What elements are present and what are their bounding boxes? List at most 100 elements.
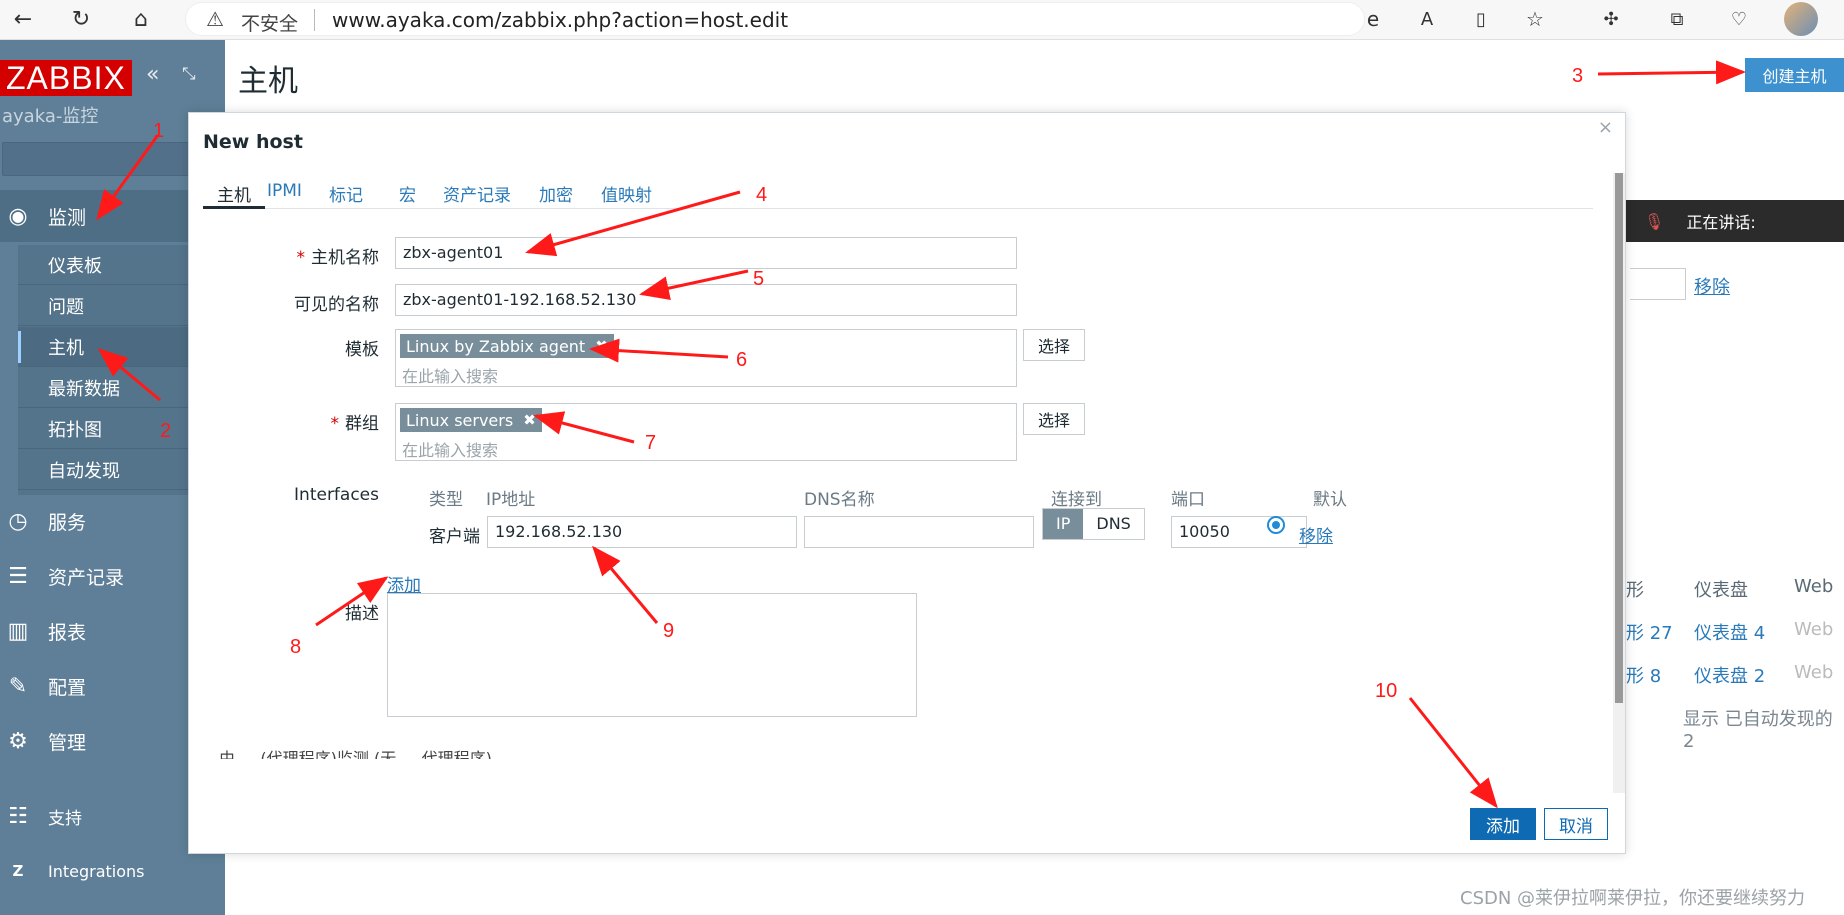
- warning-icon: ⚠: [206, 7, 224, 31]
- zabbix-logo[interactable]: ZABBIX: [0, 60, 132, 96]
- bg-cell[interactable]: 形 8: [1626, 662, 1661, 688]
- menu-administration-label: 管理: [48, 731, 87, 754]
- required-asterisk: *: [330, 414, 340, 434]
- groups-label: * 群组: [179, 409, 380, 434]
- bg-cell[interactable]: 仪表盘 2: [1694, 662, 1765, 688]
- iface-header-connect: 连接到: [1051, 490, 1102, 510]
- create-host-button[interactable]: 创建主机: [1745, 58, 1844, 92]
- annotation-2: 2: [160, 420, 172, 442]
- cancel-button[interactable]: 取消: [1544, 808, 1608, 840]
- required-asterisk: *: [296, 248, 306, 268]
- bg-cell[interactable]: 形 27: [1626, 619, 1673, 645]
- connect-dns-option[interactable]: DNS: [1083, 509, 1143, 539]
- site-name: ayaka-监控: [2, 106, 99, 127]
- iface-connect-toggle[interactable]: IP DNS: [1042, 508, 1145, 540]
- bg-cell[interactable]: Web: [1794, 662, 1833, 683]
- annotation-5: 5: [753, 268, 765, 290]
- insecure-label: 不安全: [241, 13, 299, 35]
- iface-remove-link[interactable]: 移除: [1299, 522, 1333, 547]
- scrollbar-thumb[interactable]: [1615, 173, 1623, 703]
- read-aloud-icon[interactable]: A: [1412, 4, 1442, 34]
- annotation-3: 3: [1572, 65, 1584, 87]
- background-input[interactable]: [1630, 268, 1686, 300]
- iface-header-default: 默认: [1313, 490, 1347, 510]
- bg-cell[interactable]: 仪表盘 4: [1694, 619, 1765, 645]
- speaking-label: 正在讲话:: [1686, 213, 1756, 232]
- iface-port-input[interactable]: 10050: [1171, 516, 1307, 548]
- background-remove-link[interactable]: 移除: [1694, 273, 1730, 299]
- templates-label: 模板: [345, 340, 379, 360]
- remove-chip-icon[interactable]: ✖: [523, 411, 536, 429]
- tab-ipmi[interactable]: IPMI: [267, 181, 302, 209]
- extensions-icon[interactable]: ✣: [1596, 4, 1626, 34]
- groups-multiselect[interactable]: Linux servers ✖ 在此输入搜索: [395, 403, 1017, 461]
- split-screen-icon[interactable]: ▯: [1466, 4, 1496, 34]
- add-button[interactable]: 添加: [1470, 808, 1536, 840]
- kiosk-mode-icon[interactable]: ⤡: [182, 64, 196, 84]
- address-bar[interactable]: ⚠ 不安全 www.ayaka.com/zabbix.php?action=ho…: [185, 2, 1365, 36]
- home-icon[interactable]: ⌂: [126, 4, 156, 34]
- tab-tags[interactable]: 标记: [329, 181, 363, 209]
- profile-avatar[interactable]: [1784, 2, 1818, 36]
- annotation-10: 10: [1375, 680, 1398, 702]
- tab-macros[interactable]: 宏: [399, 181, 416, 209]
- new-host-dialog: New host × 主机 IPMI 标记 宏 资产记录 加密 值映射 * 主机名…: [188, 112, 1626, 854]
- annotation-1: 1: [153, 120, 165, 142]
- bar-chart-icon: ▥: [7, 618, 29, 644]
- favorite-icon[interactable]: ☆: [1520, 4, 1550, 34]
- iface-type-agent: 客户端: [429, 527, 480, 547]
- annotation-9: 9: [663, 620, 675, 642]
- csdn-watermark: CSDN @莱伊拉啊莱伊拉，你还要继续努力: [1460, 888, 1806, 909]
- collapse-sidebar-icon[interactable]: «: [146, 62, 159, 87]
- connect-ip-option[interactable]: IP: [1043, 509, 1084, 539]
- menu-monitoring-label: 监测: [48, 206, 87, 229]
- host-name-label-text: 主机名称: [311, 248, 379, 268]
- templates-select-button[interactable]: 选择: [1023, 329, 1086, 361]
- arrow-3: [1597, 60, 1746, 85]
- groups-search-placeholder[interactable]: 在此输入搜索: [402, 437, 498, 461]
- templates-search-placeholder[interactable]: 在此输入搜索: [402, 363, 498, 387]
- browser-essentials-icon[interactable]: ♡: [1724, 4, 1754, 34]
- dialog-scrollbar[interactable]: [1613, 173, 1625, 793]
- browser-toolbar: ← ↻ ⌂ ⚠ 不安全 www.ayaka.com/zabbix.php?act…: [0, 0, 1844, 40]
- background-footer: 显示 已自动发现的 2: [1683, 709, 1833, 752]
- group-chip: Linux servers ✖: [400, 408, 542, 432]
- visible-name-input[interactable]: zbx-agent01-192.168.52.130: [395, 284, 1017, 316]
- iface-header-type: 类型: [429, 490, 463, 510]
- tab-encryption[interactable]: 加密: [539, 181, 573, 209]
- menu-integrations-label: Integrations: [48, 861, 145, 881]
- iface-header-ip: IP地址: [486, 490, 536, 510]
- annotation-6: 6: [736, 349, 748, 371]
- collections-icon[interactable]: ⧉: [1662, 4, 1692, 34]
- templates-multiselect[interactable]: Linux by Zabbix agent ✖ 在此输入搜索: [395, 329, 1017, 387]
- host-name-input[interactable]: zbx-agent01: [395, 237, 1017, 269]
- ie-mode-icon[interactable]: e: [1358, 4, 1388, 34]
- tab-host[interactable]: 主机: [203, 181, 265, 209]
- mic-muted-icon[interactable]: 🎙: [1644, 212, 1664, 231]
- iface-ip-input[interactable]: 192.168.52.130: [487, 516, 797, 548]
- menu-services-label: 服务: [48, 511, 87, 534]
- speaking-bar: 🎙 正在讲话:: [1626, 200, 1844, 242]
- bg-header-1: 仪表盘: [1694, 580, 1748, 601]
- close-icon[interactable]: ×: [1598, 117, 1613, 138]
- annotation-4: 4: [756, 184, 768, 206]
- description-textarea[interactable]: [387, 593, 917, 717]
- tab-inventory[interactable]: 资产记录: [443, 181, 511, 209]
- bg-cell[interactable]: Web: [1794, 619, 1833, 640]
- remove-chip-icon[interactable]: ✖: [595, 337, 608, 355]
- host-name-label: * 主机名称: [179, 243, 380, 268]
- iface-default-radio[interactable]: [1267, 516, 1285, 534]
- back-icon[interactable]: ←: [8, 4, 38, 34]
- wrench-icon: ✎: [8, 673, 28, 699]
- template-chip-label: Linux by Zabbix agent: [406, 336, 586, 356]
- address-separator: [314, 9, 315, 31]
- groups-select-button[interactable]: 选择: [1023, 403, 1086, 435]
- url-text[interactable]: www.ayaka.com/zabbix.php?action=host.edi…: [332, 8, 788, 32]
- menu-reports-label: 报表: [48, 621, 87, 644]
- reload-icon[interactable]: ↻: [66, 4, 96, 34]
- bg-header-2: Web: [1794, 576, 1834, 597]
- description-label: 描述: [345, 604, 379, 624]
- tab-value-mapping[interactable]: 值映射: [601, 181, 652, 209]
- iface-dns-input[interactable]: [804, 516, 1034, 548]
- dialog-title: New host: [203, 131, 303, 153]
